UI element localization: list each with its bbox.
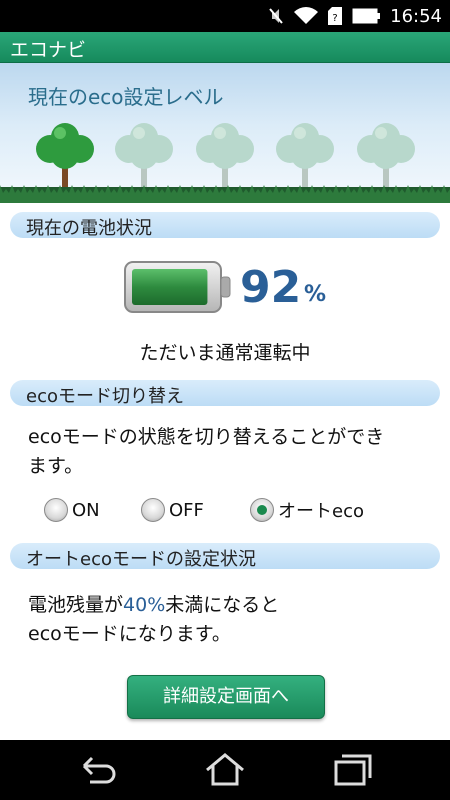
radio-on-label[interactable]: ON — [72, 500, 100, 521]
radio-on[interactable]: ON — [44, 497, 100, 523]
battery-icon — [352, 8, 381, 24]
eco-mode-section-title: ecoモード切り替え — [26, 386, 184, 407]
radio-on-circle[interactable] — [44, 498, 68, 522]
radio-off-circle[interactable] — [141, 498, 165, 522]
sim-icon: ? — [328, 7, 343, 25]
eco-level-title: 現在のeco設定レベル — [28, 85, 224, 109]
navigation-bar — [0, 740, 450, 800]
status-icons: ? 16:54 — [268, 0, 442, 32]
eco-level-panel: 現在のeco設定レベル — [0, 63, 450, 203]
auto-eco-description: 電池残量が40%未満になると ecoモードになります。 — [28, 591, 279, 649]
auto-eco-section-header: オートecoモードの設定状況 — [10, 543, 440, 570]
recent-apps-icon[interactable] — [330, 752, 374, 788]
app-title-bar: エコナビ — [0, 32, 450, 63]
auto-eco-section-title: オートecoモードの設定状況 — [26, 549, 256, 570]
svg-text:?: ? — [332, 13, 337, 24]
auto-eco-prefix: 電池残量が — [28, 594, 124, 616]
radio-auto-eco-circle[interactable] — [250, 498, 274, 522]
battery-section-header: 現在の電池状況 — [10, 212, 440, 239]
eco-mode-description-line1: ecoモードの状態を切り替えることができ — [28, 426, 385, 448]
radio-off[interactable]: OFF — [141, 497, 204, 523]
battery-level-icon — [124, 261, 231, 313]
battery-percent: 92 — [240, 262, 302, 313]
auto-eco-threshold: 40% — [123, 594, 166, 616]
status-bar: ? 16:54 — [0, 0, 450, 32]
grass-strip — [0, 185, 450, 203]
battery-percent-unit: % — [304, 282, 327, 307]
mute-icon — [269, 8, 283, 24]
eco-mode-description: ecoモードの状態を切り替えることができ ます。 — [28, 423, 384, 481]
eco-mode-section-header: ecoモード切り替え — [10, 380, 440, 407]
home-icon[interactable] — [203, 752, 247, 788]
auto-eco-line2: ecoモードになります。 — [28, 623, 231, 645]
eco-mode-description-line2: ます。 — [28, 455, 84, 477]
wifi-icon — [294, 7, 319, 25]
auto-eco-line1: 電池残量が40%未満になると — [28, 591, 279, 620]
battery-section-title: 現在の電池状況 — [26, 218, 152, 239]
status-time: 16:54 — [390, 5, 442, 27]
auto-eco-suffix: 未満になると — [165, 594, 280, 616]
radio-auto-eco[interactable]: オートeco — [250, 497, 364, 523]
radio-off-label[interactable]: OFF — [169, 500, 204, 521]
detail-settings-button[interactable]: 詳細設定画面へ — [127, 675, 325, 719]
app-title: エコナビ — [10, 39, 87, 61]
battery-status-text: ただいま通常運転中 — [139, 342, 311, 364]
back-icon[interactable] — [76, 752, 120, 788]
radio-auto-eco-label[interactable]: オートeco — [278, 497, 364, 523]
